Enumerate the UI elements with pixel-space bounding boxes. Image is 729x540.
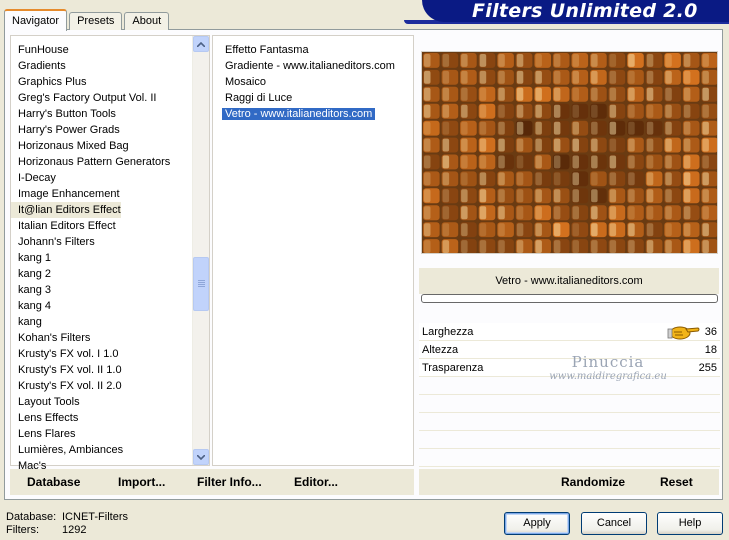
preview-image <box>421 51 718 254</box>
category-item[interactable]: kang 3 <box>11 282 191 298</box>
category-item[interactable]: Greg's Factory Output Vol. II <box>11 90 191 106</box>
filter-item[interactable]: Effetto Fantasma <box>213 42 393 58</box>
help-button[interactable]: Help <box>657 512 723 535</box>
category-item[interactable]: Horizonaus Mixed Bag <box>11 138 191 154</box>
param-row-empty <box>419 413 720 431</box>
database-value: ICNET-Filters <box>62 511 128 523</box>
param-row-empty <box>419 395 720 413</box>
tab-navigator[interactable]: Navigator <box>4 9 68 31</box>
param-row-empty <box>419 431 720 449</box>
param-row-empty <box>419 377 720 395</box>
filter-item[interactable]: Mosaico <box>213 74 393 90</box>
app-title: Filters Unlimited 2.0 <box>422 0 729 22</box>
category-item[interactable]: kang 2 <box>11 266 191 282</box>
tab-bar: Navigator Presets About <box>4 8 171 31</box>
category-item[interactable]: kang <box>11 314 191 330</box>
param-row-trasparenza[interactable]: Trasparenza 255 <box>419 359 720 377</box>
database-label: Database: <box>6 511 57 523</box>
category-items: FunHouse Gradients Graphics Plus Greg's Fac… <box>11 42 191 474</box>
category-item[interactable]: Krusty's FX vol. II 2.0 <box>11 378 191 394</box>
tab-about[interactable]: About <box>124 12 170 30</box>
pointing-hand-icon <box>666 324 700 340</box>
category-item[interactable]: It@lian Editors Effect <box>11 202 121 218</box>
param-value: 36 <box>704 326 717 338</box>
category-item[interactable]: Kohan's Filters <box>11 330 191 346</box>
reset-button[interactable]: Reset <box>660 469 693 495</box>
category-item[interactable]: Lens Effects <box>11 410 191 426</box>
param-label: Larghezza <box>422 326 474 338</box>
category-item[interactable]: Graphics Plus <box>11 74 191 90</box>
param-row-larghezza[interactable]: Larghezza 36 <box>419 323 720 341</box>
navigator-panel: FunHouse Gradients Graphics Plus Greg's Fac… <box>4 29 723 500</box>
category-item[interactable]: kang 1 <box>11 250 191 266</box>
database-info: Database: ICNET-Filters Filters: 1292 <box>6 511 128 537</box>
category-item[interactable]: Krusty's FX vol. II 1.0 <box>11 362 191 378</box>
tab-presets[interactable]: Presets <box>69 12 123 30</box>
category-item[interactable]: Lens Flares <box>11 426 191 442</box>
current-filter-name: Vetro - www.italianeditors.com <box>419 268 719 294</box>
chevron-down-icon[interactable] <box>193 449 209 465</box>
param-label: Trasparenza <box>422 362 484 374</box>
param-value: 18 <box>704 344 717 356</box>
apply-button[interactable]: Apply <box>504 512 570 535</box>
param-row-altezza[interactable]: Altezza 18 <box>419 341 720 359</box>
category-item[interactable]: Harry's Power Grads <box>11 122 191 138</box>
param-label: Altezza <box>422 344 459 356</box>
parameter-actions: Randomize Reset <box>419 469 719 495</box>
database-button[interactable]: Database <box>27 469 80 495</box>
progress-bar <box>421 294 718 303</box>
category-list[interactable]: FunHouse Gradients Graphics Plus Greg's Fac… <box>10 35 210 472</box>
cancel-button[interactable]: Cancel <box>581 512 647 535</box>
category-item[interactable]: Harry's Button Tools <box>11 106 191 122</box>
editor-button[interactable]: Editor... <box>294 469 338 495</box>
category-item[interactable]: Image Enhancement <box>11 186 191 202</box>
category-item[interactable]: kang 4 <box>11 298 191 314</box>
scrollbar-thumb[interactable] <box>193 257 209 311</box>
category-item[interactable]: Italian Editors Effect <box>11 218 191 234</box>
category-item[interactable]: I-Decay <box>11 170 191 186</box>
filters-count: 1292 <box>62 524 87 536</box>
category-item[interactable]: Layout Tools <box>11 394 191 410</box>
filters-label: Filters: <box>6 524 39 536</box>
category-item[interactable]: Gradients <box>11 58 191 74</box>
filter-item[interactable]: Vetro - www.italianeditors.com <box>213 106 393 122</box>
param-value: 255 <box>698 362 717 374</box>
parameter-list: Larghezza 36 Altezza 18 Trasparenza 255 <box>419 323 720 467</box>
randomize-button[interactable]: Randomize <box>561 469 625 495</box>
category-item[interactable]: Horizonaus Pattern Generators <box>11 154 191 170</box>
param-row-empty <box>419 449 720 467</box>
category-item[interactable]: Krusty's FX vol. I 1.0 <box>11 346 191 362</box>
filter-items: Effetto Fantasma Gradiente - www.italiane… <box>213 42 395 122</box>
category-item[interactable]: Lumières, Ambiances <box>11 442 191 458</box>
filter-item[interactable]: Gradiente - www.italianeditors.com <box>213 58 395 74</box>
import-button[interactable]: Import... <box>118 469 165 495</box>
filter-info-button[interactable]: Filter Info... <box>197 469 262 495</box>
category-scrollbar[interactable] <box>192 36 209 465</box>
category-item[interactable]: Johann's Filters <box>11 234 191 250</box>
chevron-up-icon[interactable] <box>193 36 209 52</box>
filter-list[interactable]: Effetto Fantasma Gradiente - www.italiane… <box>212 35 414 466</box>
filter-item[interactable]: Raggi di Luce <box>213 90 393 106</box>
category-item[interactable]: FunHouse <box>11 42 191 58</box>
navigator-actions: Database Import... Filter Info... Editor… <box>10 469 414 495</box>
